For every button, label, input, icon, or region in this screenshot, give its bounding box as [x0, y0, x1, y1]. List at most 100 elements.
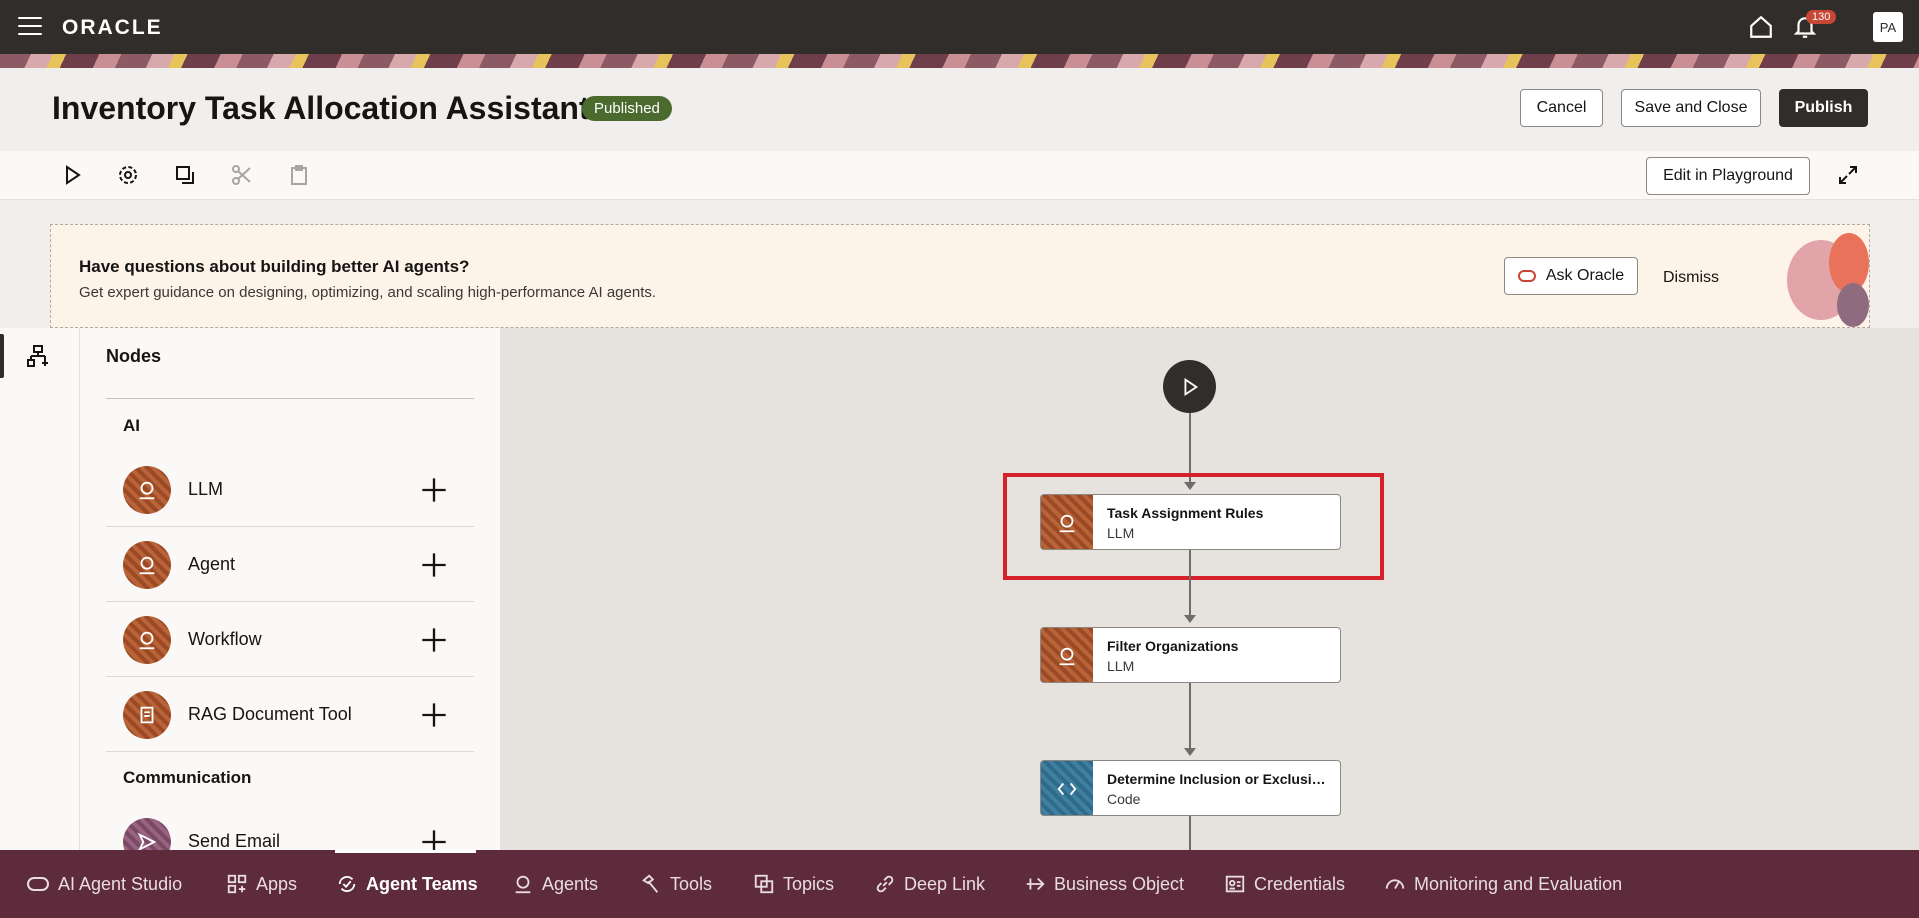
node-item-workflow[interactable]: Workflow — [106, 602, 474, 677]
nodes-panel: Nodes AI LLM Agent Workflow RAG Document… — [80, 328, 500, 850]
nav-business-object[interactable]: Business Object — [1024, 872, 1184, 896]
oracle-ring-icon — [27, 877, 49, 891]
document-icon — [123, 691, 171, 739]
hammer-icon — [642, 874, 659, 893]
top-bar: ORACLE 130 PA — [0, 0, 1919, 54]
credentials-icon — [1225, 875, 1245, 893]
link-icon — [876, 875, 894, 893]
nav-topics[interactable]: Topics — [753, 872, 834, 896]
nav-credentials[interactable]: Credentials — [1224, 872, 1345, 896]
add-icon[interactable] — [420, 476, 448, 504]
flow-node-type: Code — [1107, 791, 1141, 807]
topics-icon — [754, 874, 774, 894]
nav-label: Topics — [783, 873, 835, 894]
agent-node-icon — [123, 541, 171, 589]
node-item-label: Workflow — [188, 629, 262, 649]
rail-active-indicator — [0, 334, 4, 378]
editor-toolbar: Edit in Playground — [0, 151, 1919, 200]
decorative-banner-strip — [0, 54, 1919, 68]
page-title: Inventory Task Allocation Assistant — [52, 90, 590, 126]
notification-count-badge: 130 — [1806, 10, 1837, 24]
connector-arrow — [1184, 748, 1196, 756]
start-node-play-icon[interactable] — [1163, 360, 1216, 413]
user-avatar[interactable]: PA — [1873, 12, 1903, 42]
page-header: Inventory Task Allocation Assistant Publ… — [0, 68, 1919, 151]
dismiss-link[interactable]: Dismiss — [1663, 269, 1719, 287]
flow-node-title: Determine Inclusion or Exclusion ... — [1107, 771, 1333, 787]
apps-grid-icon — [227, 874, 247, 894]
left-rail — [0, 328, 80, 850]
nav-tools[interactable]: Tools — [640, 872, 712, 896]
home-icon[interactable] — [1748, 14, 1774, 40]
flow-node-title: Filter Organizations — [1107, 638, 1239, 654]
connector-arrow — [1184, 615, 1196, 623]
promo-banner: Have questions about building better AI … — [50, 224, 1870, 328]
play-icon[interactable] — [60, 163, 84, 187]
cancel-button[interactable]: Cancel — [1520, 89, 1603, 127]
llm-node-icon — [1041, 628, 1093, 682]
panel-title: Nodes — [106, 346, 162, 366]
status-badge: Published — [582, 96, 672, 121]
nav-ai-agent-studio[interactable]: AI Agent Studio — [26, 872, 182, 896]
nav-label: Apps — [256, 873, 298, 894]
add-icon[interactable] — [420, 551, 448, 579]
llm-node-icon — [123, 466, 171, 514]
node-item-label: RAG Document Tool — [188, 704, 352, 724]
paste-icon[interactable] — [287, 163, 311, 187]
hamburger-menu-icon[interactable] — [18, 17, 42, 37]
selection-highlight — [1003, 473, 1384, 580]
nav-deep-link[interactable]: Deep Link — [874, 872, 985, 896]
workflow-canvas[interactable]: Task Assignment Rules LLM Filter Organiz… — [500, 328, 1919, 850]
oracle-logo: ORACLE — [62, 16, 163, 39]
bottom-navigation: AI Agent Studio Apps Agent Teams Agents … — [0, 850, 1919, 918]
publish-button[interactable]: Publish — [1779, 89, 1868, 127]
add-icon[interactable] — [420, 828, 448, 850]
node-item-agent[interactable]: Agent — [106, 527, 474, 602]
expand-icon[interactable] — [1836, 163, 1860, 187]
node-item-label: LLM — [188, 479, 224, 499]
ask-oracle-label: Ask Oracle — [1545, 267, 1625, 284]
nav-apps[interactable]: Apps — [226, 872, 297, 896]
node-item-label: Send Email — [188, 831, 281, 850]
edit-in-playground-button[interactable]: Edit in Playground — [1646, 157, 1810, 195]
node-item-send-email[interactable]: Send Email — [106, 804, 474, 850]
connector-line — [1189, 683, 1191, 749]
send-icon — [123, 818, 171, 850]
flow-node-filter-organizations[interactable]: Filter Organizations LLM — [1040, 627, 1341, 683]
cut-icon[interactable] — [230, 163, 254, 187]
nav-monitoring-and-evaluation[interactable]: Monitoring and Evaluation — [1384, 872, 1622, 896]
active-tab-indicator — [335, 850, 476, 853]
node-item-llm[interactable]: LLM — [106, 452, 474, 527]
connector-line — [1189, 550, 1191, 616]
nav-label: Business Object — [1054, 873, 1185, 894]
section-heading-communication: Communication — [123, 768, 252, 787]
agent-teams-icon — [338, 876, 356, 892]
add-icon[interactable] — [420, 626, 448, 654]
promo-text: Get expert guidance on designing, optimi… — [79, 284, 657, 301]
promo-title: Have questions about building better AI … — [79, 257, 470, 276]
gear-icon[interactable] — [116, 163, 140, 187]
nav-label: Monitoring and Evaluation — [1414, 873, 1623, 894]
add-icon[interactable] — [420, 701, 448, 729]
workflow-node-icon — [123, 616, 171, 664]
copy-icon[interactable] — [173, 163, 197, 187]
nav-label: Agents — [542, 873, 599, 894]
flow-node-determine-inclusion[interactable]: Determine Inclusion or Exclusion ... Cod… — [1040, 760, 1341, 816]
nav-agent-teams[interactable]: Agent Teams — [336, 872, 478, 896]
gauge-icon — [1385, 879, 1405, 890]
save-and-close-button[interactable]: Save and Close — [1621, 89, 1761, 127]
nav-agents[interactable]: Agents — [512, 872, 598, 896]
section-heading-ai: AI — [123, 416, 140, 435]
oracle-ring-icon — [1517, 270, 1536, 282]
connector-line — [1189, 816, 1191, 850]
add-node-icon[interactable] — [26, 344, 50, 368]
nav-label: Deep Link — [904, 873, 986, 894]
business-object-icon — [1026, 877, 1045, 891]
panel-divider — [106, 398, 474, 399]
nav-label: Agent Teams — [366, 873, 478, 894]
decorative-flower-art — [1787, 233, 1869, 327]
agent-icon — [515, 875, 531, 894]
ask-oracle-button[interactable]: Ask Oracle — [1504, 257, 1638, 295]
nav-label: Tools — [670, 873, 713, 894]
node-item-rag-document-tool[interactable]: RAG Document Tool — [106, 677, 474, 752]
